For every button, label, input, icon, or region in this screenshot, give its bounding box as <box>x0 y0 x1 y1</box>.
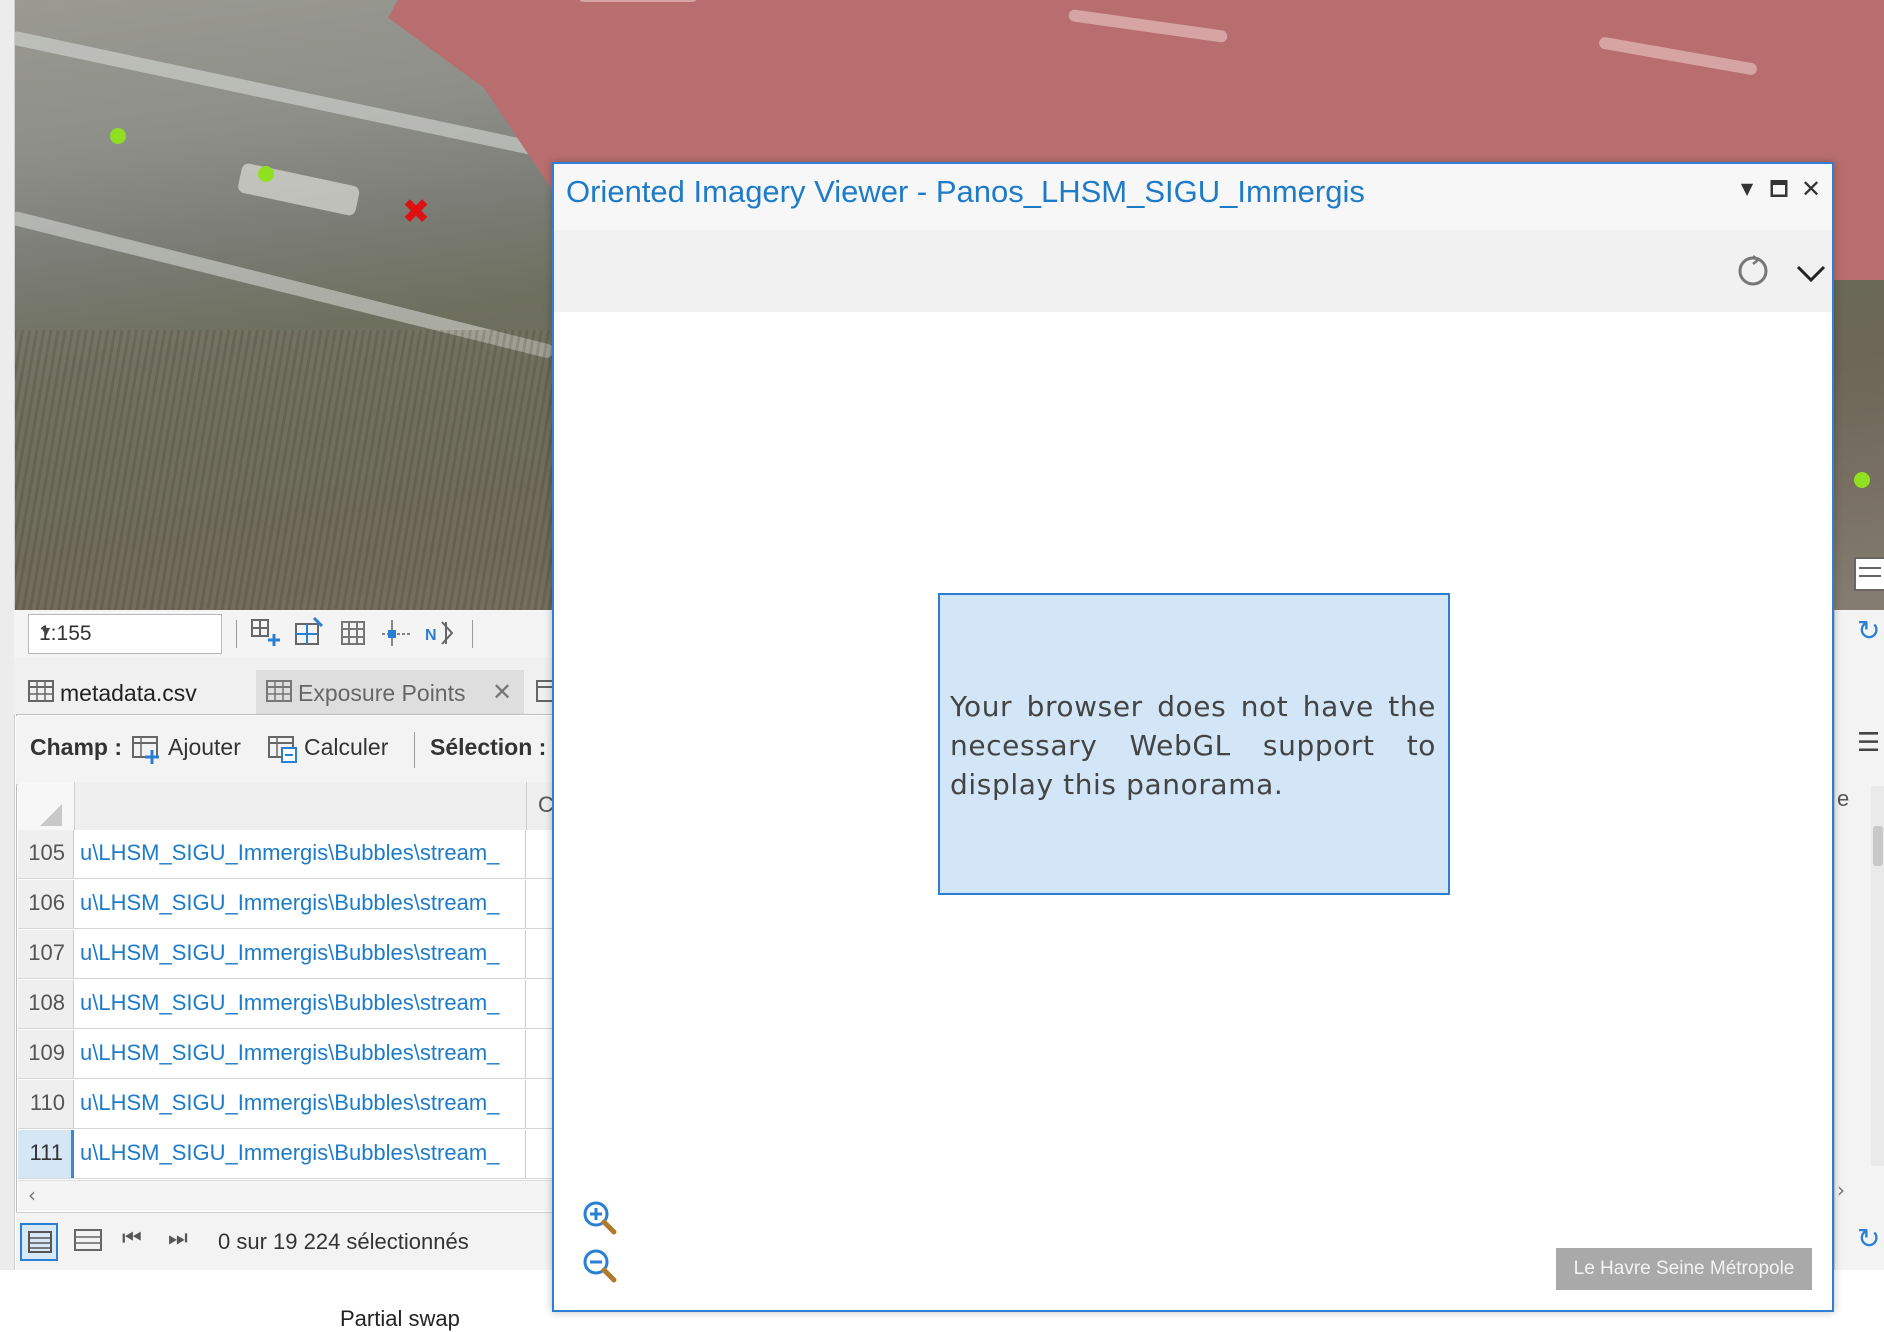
refresh-icon[interactable] <box>1736 254 1770 288</box>
path-cell[interactable]: u\LHSM_SIGU_Immergis\Bubbles\stream_ <box>76 1080 526 1128</box>
column-header-partial[interactable]: e <box>1837 786 1849 812</box>
scroll-thumb[interactable] <box>1873 826 1883 866</box>
pane-edge <box>0 0 15 1290</box>
calculator-icon <box>268 736 297 763</box>
partial-caption: Partial swap <box>340 1306 460 1331</box>
chevron-down-icon: ▼ <box>39 623 53 639</box>
table-status-bar: ⏮ ⏭ 0 sur 19 224 sélectionnés <box>16 1212 554 1271</box>
add-field-icon <box>132 736 159 764</box>
add-field-label: Ajouter <box>168 734 241 760</box>
path-cell[interactable]: u\LHSM_SIGU_Immergis\Bubbles\stream_ <box>76 1130 526 1178</box>
zoom-in-icon[interactable] <box>580 1198 620 1238</box>
selection-label: Sélection : <box>430 734 547 760</box>
row-number: 105 <box>18 830 74 878</box>
scroll-left-icon[interactable]: ‹ <box>28 1183 36 1207</box>
document-icon[interactable] <box>1853 556 1884 592</box>
table-row-selected[interactable]: 111 u\LHSM_SIGU_Immergis\Bubbles\stream_ <box>18 1130 554 1179</box>
close-icon[interactable]: ✕ <box>492 678 512 707</box>
row-number: 111 <box>18 1130 74 1178</box>
refresh-icon[interactable]: ↻ <box>1857 614 1880 647</box>
guides-icon[interactable] <box>380 616 414 650</box>
selection-count: 0 sur 19 224 sélectionnés <box>218 1229 469 1254</box>
vertical-scrollbar[interactable] <box>1871 786 1884 1166</box>
last-record-icon[interactable]: ⏭ <box>168 1225 188 1251</box>
table-row[interactable]: 107 u\LHSM_SIGU_Immergis\Bubbles\stream_ <box>18 930 554 979</box>
attribution-badge: Le Havre Seine Métropole <box>1556 1248 1812 1290</box>
first-record-icon[interactable]: ⏮ <box>122 1225 142 1251</box>
viewer-toolbar <box>554 230 1832 312</box>
snapping-icon[interactable] <box>292 616 326 650</box>
row-number: 107 <box>18 930 74 978</box>
table-row[interactable]: 110 u\LHSM_SIGU_Immergis\Bubbles\stream_ <box>18 1080 554 1129</box>
map-edge <box>1834 0 1884 610</box>
add-field-button[interactable]: Ajouter <box>132 730 254 766</box>
table-row[interactable]: 108 u\LHSM_SIGU_Immergis\Bubbles\stream_ <box>18 980 554 1029</box>
scale-dropdown[interactable]: 1:155 ▼ <box>28 614 222 654</box>
horizontal-scrollbar[interactable]: ‹ <box>18 1180 554 1211</box>
table-icon <box>266 680 292 702</box>
tab-metadata-csv[interactable]: metadata.csv <box>18 670 248 714</box>
viewer-title: Oriented Imagery Viewer - Panos_LHSM_SIG… <box>566 174 1365 209</box>
webgl-warning-text: Your browser does not have the necessary… <box>950 690 1436 801</box>
row-number: 109 <box>18 1030 74 1078</box>
table-header: C <box>18 782 554 831</box>
table-icon <box>536 680 552 702</box>
current-position-marker[interactable]: ✖ <box>401 195 431 229</box>
refresh-icon[interactable]: ↻ <box>1857 1222 1880 1255</box>
table-icon <box>28 680 54 702</box>
grid-icon[interactable] <box>336 616 370 650</box>
add-grid-icon[interactable] <box>248 616 282 650</box>
corner-triangle-icon <box>40 804 62 826</box>
point-marker[interactable] <box>110 128 126 144</box>
calculate-field-label: Calculer <box>304 734 389 760</box>
table-row[interactable]: 106 u\LHSM_SIGU_Immergis\Bubbles\stream_ <box>18 880 554 929</box>
tab-label: Exposure Points <box>298 680 466 706</box>
table-row[interactable]: 109 u\LHSM_SIGU_Immergis\Bubbles\stream_ <box>18 1030 554 1079</box>
row-number: 108 <box>18 980 74 1028</box>
path-cell[interactable]: u\LHSM_SIGU_Immergis\Bubbles\stream_ <box>76 930 526 978</box>
row-number: 106 <box>18 880 74 928</box>
field-toolbar: Champ : Ajouter Calculer Sélection : <box>16 716 554 785</box>
field-label: Champ : <box>30 734 122 760</box>
close-icon[interactable]: ✕ <box>1796 174 1826 204</box>
row-number: 110 <box>18 1080 74 1128</box>
tab-label: metadata.csv <box>60 680 197 706</box>
path-cell[interactable]: u\LHSM_SIGU_Immergis\Bubbles\stream_ <box>76 980 526 1028</box>
chevron-down-icon[interactable] <box>1794 258 1828 288</box>
window-menu-icon[interactable]: ▼ <box>1732 174 1762 204</box>
webgl-warning-box: Your browser does not have the necessary… <box>938 593 1450 895</box>
point-marker[interactable] <box>258 166 274 182</box>
maximize-icon[interactable]: 🗖 <box>1764 174 1794 204</box>
path-cell[interactable]: u\LHSM_SIGU_Immergis\Bubbles\stream_ <box>76 830 526 878</box>
show-all-records-button[interactable] <box>20 1223 58 1261</box>
scroll-right-icon[interactable]: › <box>1837 1178 1845 1202</box>
zoom-out-icon[interactable] <box>580 1246 620 1286</box>
column-header-path[interactable] <box>76 782 527 830</box>
side-panel-edge: ↻ ☰ e › ↻ <box>1834 557 1884 1270</box>
path-cell[interactable]: u\LHSM_SIGU_Immergis\Bubbles\stream_ <box>76 880 526 928</box>
north-arrow-icon[interactable]: N <box>424 616 458 650</box>
all-records-icon <box>28 1231 52 1253</box>
menu-icon[interactable]: ☰ <box>1857 728 1880 758</box>
select-all-corner[interactable] <box>18 782 75 830</box>
selected-records-icon[interactable] <box>74 1229 102 1253</box>
tab-exposure-points[interactable]: Exposure Points ✕ <box>256 670 524 714</box>
calculate-field-button[interactable]: Calculer <box>268 730 408 766</box>
table-row[interactable]: 105 u\LHSM_SIGU_Immergis\Bubbles\stream_ <box>18 830 554 879</box>
path-cell[interactable]: u\LHSM_SIGU_Immergis\Bubbles\stream_ <box>76 1030 526 1078</box>
svg-text:N: N <box>425 627 437 644</box>
